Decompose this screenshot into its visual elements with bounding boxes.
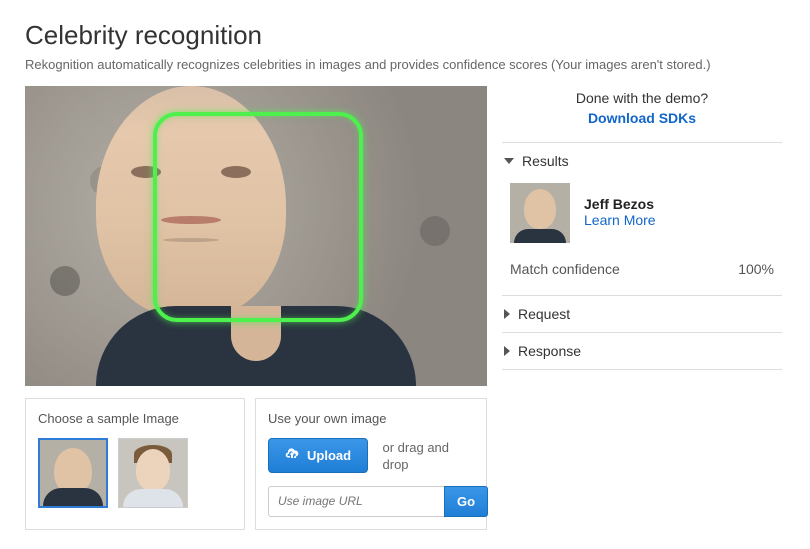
- image-url-input[interactable]: [268, 486, 444, 517]
- request-toggle[interactable]: Request: [504, 306, 780, 322]
- own-image-panel: Use your own image Upload or drag and dr…: [255, 398, 487, 530]
- confidence-label: Match confidence: [510, 261, 620, 277]
- page-subtitle: Rekognition automatically recognizes cel…: [25, 57, 785, 72]
- page-title: Celebrity recognition: [25, 20, 785, 51]
- results-toggle[interactable]: Results: [504, 153, 780, 169]
- sample-panel-label: Choose a sample Image: [38, 411, 232, 426]
- celebrity-name: Jeff Bezos: [584, 196, 656, 212]
- response-toggle[interactable]: Response: [504, 343, 780, 359]
- result-thumbnail: [510, 183, 570, 243]
- sample-thumb-2[interactable]: [118, 438, 188, 508]
- results-label: Results: [522, 153, 569, 169]
- upload-icon: [285, 447, 299, 464]
- chevron-down-icon: [504, 158, 514, 164]
- drag-drop-hint: or drag and drop: [383, 440, 473, 474]
- main-image: [25, 86, 487, 386]
- request-section: Request: [502, 295, 782, 332]
- upload-button[interactable]: Upload: [268, 438, 368, 473]
- sample-thumb-1[interactable]: [38, 438, 108, 508]
- response-label: Response: [518, 343, 581, 359]
- sample-image-panel: Choose a sample Image: [25, 398, 245, 530]
- learn-more-link[interactable]: Learn More: [584, 212, 656, 228]
- chevron-right-icon: [504, 346, 510, 356]
- own-image-label: Use your own image: [268, 411, 474, 426]
- results-section: Results Jeff Bezos Learn More Match conf…: [502, 142, 782, 295]
- go-button[interactable]: Go: [444, 486, 488, 517]
- upload-button-label: Upload: [307, 448, 351, 463]
- request-label: Request: [518, 306, 570, 322]
- chevron-right-icon: [504, 309, 510, 319]
- demo-done-text: Done with the demo?: [502, 90, 782, 106]
- confidence-value: 100%: [738, 261, 774, 277]
- download-sdks-link[interactable]: Download SDKs: [502, 110, 782, 126]
- response-section: Response: [502, 332, 782, 370]
